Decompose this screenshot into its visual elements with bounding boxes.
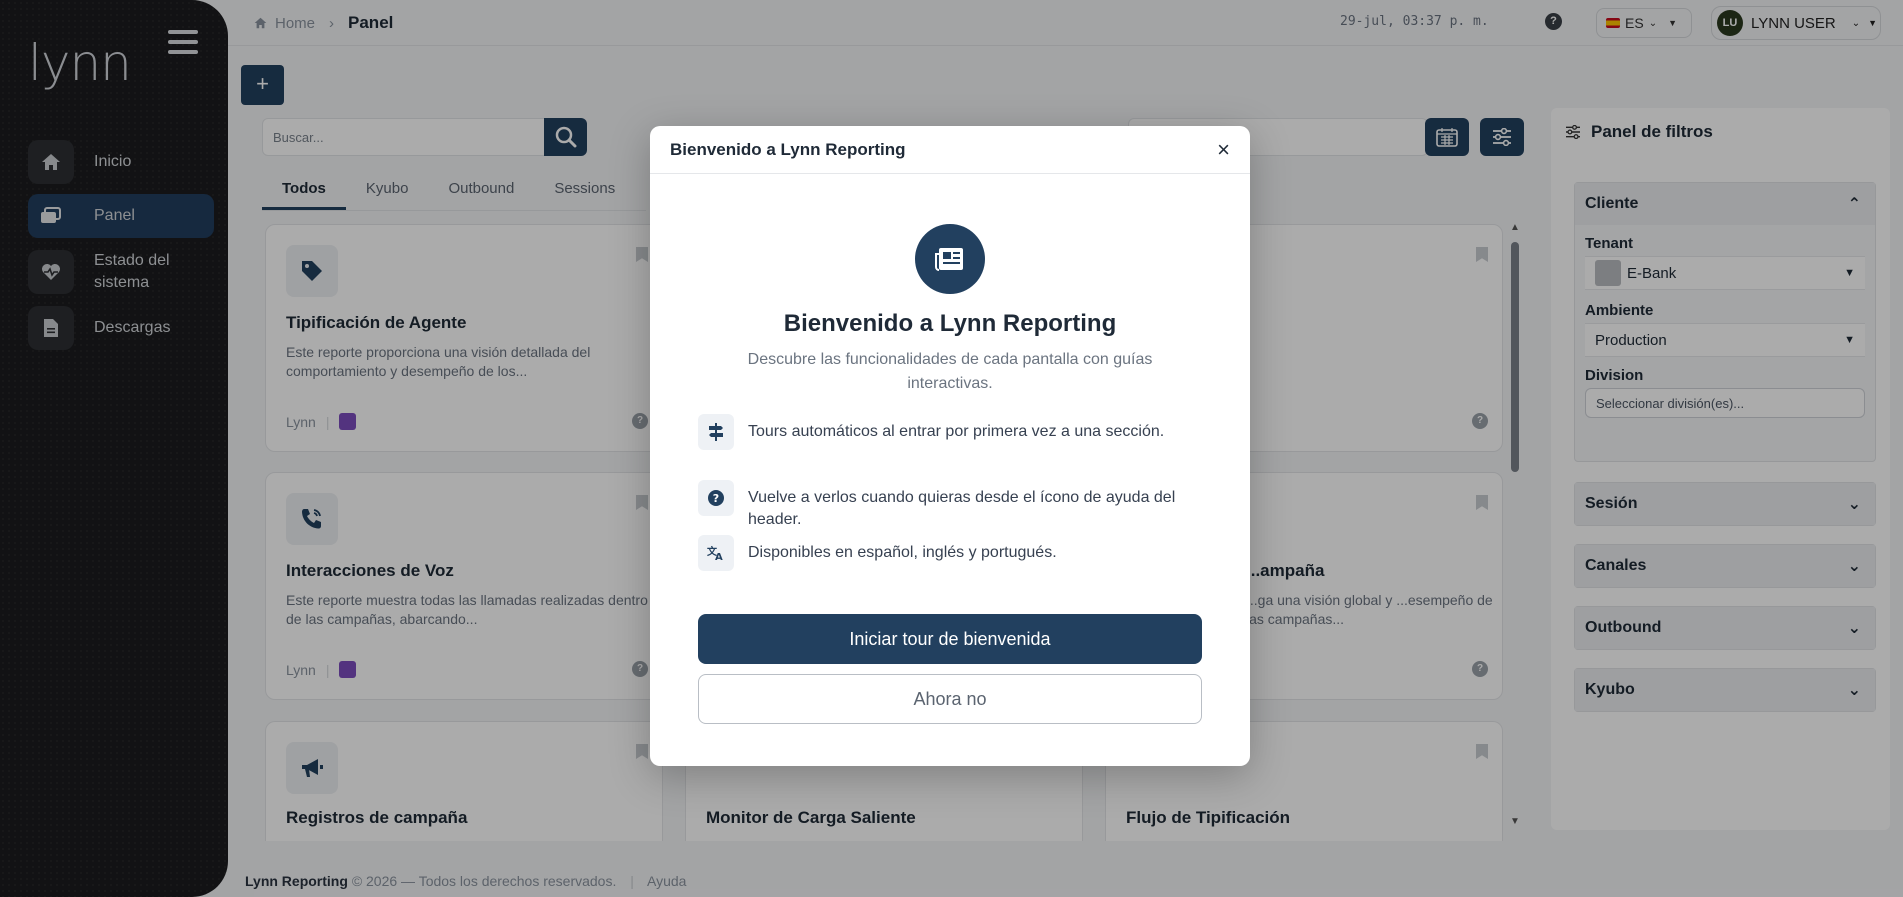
svg-text:A: A	[715, 552, 723, 561]
feature-text: Disponibles en español, inglés y portugu…	[748, 544, 1057, 561]
start-tour-button[interactable]: Iniciar tour de bienvenida	[698, 614, 1202, 664]
modal-header: Bienvenido a Lynn Reporting ×	[650, 126, 1250, 174]
svg-text:?: ?	[713, 492, 719, 505]
translate-icon: 文A	[698, 535, 734, 571]
feature-item: ? Vuelve a verlos cuando quieras desde e…	[698, 480, 1202, 531]
modal-header-title: Bienvenido a Lynn Reporting	[670, 139, 906, 159]
close-icon[interactable]: ×	[1217, 138, 1230, 161]
welcome-modal: Bienvenido a Lynn Reporting × Bienvenido…	[650, 126, 1250, 766]
question-circle-icon: ?	[698, 480, 734, 516]
modal-subheading: Descubre las funcionalidades de cada pan…	[747, 351, 1153, 392]
modal-heading: Bienvenido a Lynn Reporting	[783, 310, 1117, 337]
feature-item: Tours automáticos al entrar por primera …	[698, 414, 1202, 450]
newspaper-icon	[915, 224, 985, 294]
not-now-button[interactable]: Ahora no	[698, 674, 1202, 724]
feature-text: Vuelve a verlos cuando quieras desde el …	[748, 489, 1176, 528]
feature-text: Tours automáticos al entrar por primera …	[748, 423, 1165, 440]
feature-item: 文A Disponibles en español, inglés y port…	[698, 535, 1202, 571]
signpost-icon	[698, 414, 734, 450]
